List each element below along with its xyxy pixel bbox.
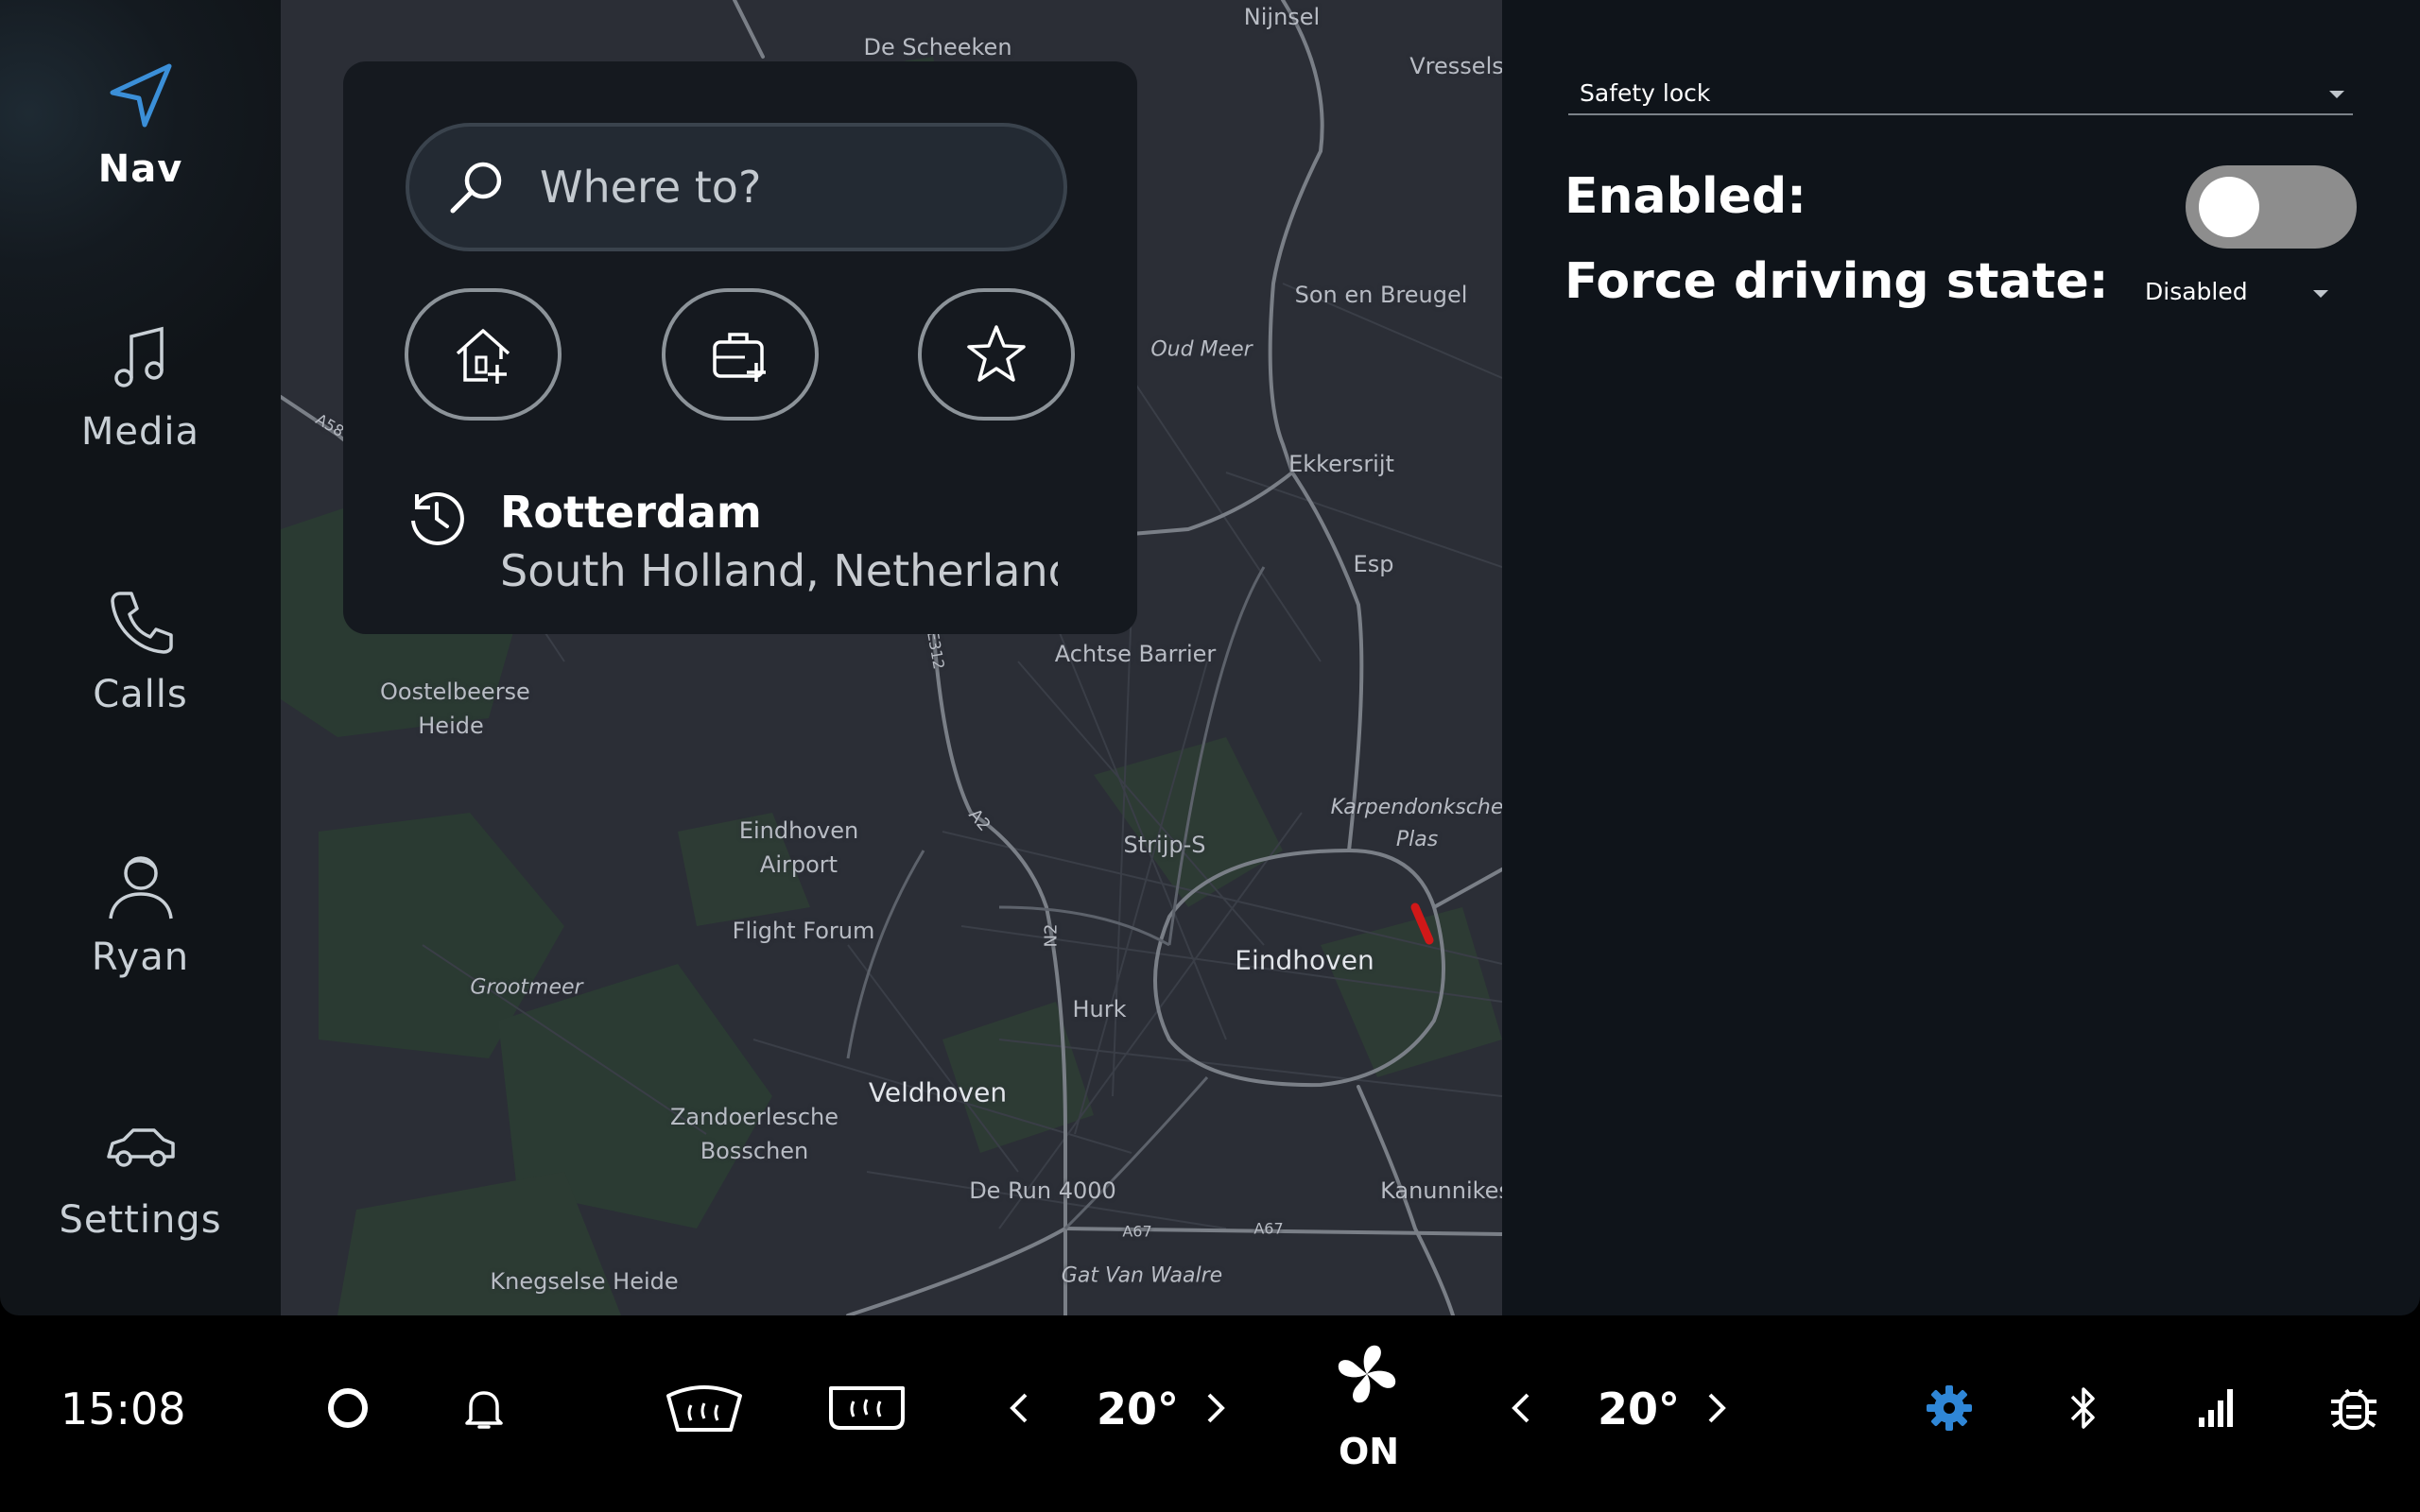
map-label: Eindhoven Airport (738, 817, 859, 878)
sidebar-item-label: Settings (59, 1198, 222, 1242)
bell-icon (465, 1391, 503, 1429)
map-label: Gat Van Waalre (1061, 1263, 1223, 1288)
debug-panel: Safety lock Enabled: Force driving state… (1502, 0, 2420, 1315)
search-input[interactable] (538, 161, 1033, 214)
rear-defrost-button[interactable] (824, 1374, 909, 1440)
left-temp-increase-button[interactable] (1197, 1384, 1235, 1432)
map-label: Strijp-S (1123, 832, 1206, 858)
chevron-down-icon (2329, 91, 2344, 98)
map-label: De Scheeken (863, 34, 1012, 60)
settings-button[interactable] (1921, 1380, 1978, 1436)
car-icon (106, 1128, 175, 1167)
bug-icon (2331, 1388, 2377, 1430)
sidebar-item-nav[interactable]: Nav (0, 59, 281, 266)
map-label: Hurk (1072, 996, 1127, 1022)
chevron-left-icon (1010, 1393, 1028, 1423)
sidebar-item-profile[interactable]: Ryan (0, 847, 281, 1055)
sidebar-item-label: Ryan (91, 936, 190, 979)
feature-selector-value: Safety lock (1580, 79, 1711, 107)
history-clock-icon (411, 491, 464, 545)
map-label: Oostelbeerse Heide (380, 679, 530, 739)
search-field[interactable] (406, 123, 1067, 251)
debug-button[interactable] (2324, 1376, 2384, 1438)
toggle-knob (2199, 177, 2259, 237)
sidebar-item-media[interactable]: Media (0, 321, 281, 529)
user-profile-icon (108, 856, 173, 919)
chevron-down-icon (2313, 290, 2328, 298)
bluetooth-icon (2070, 1387, 2095, 1429)
music-note-icon (113, 326, 164, 387)
map-road-label: A67 (1253, 1219, 1284, 1238)
gear-icon (1927, 1385, 1972, 1431)
map-label: Son en Breugel (1294, 282, 1468, 308)
left-temperature: 20° (1097, 1383, 1180, 1435)
clock: 15:08 (60, 1383, 186, 1435)
add-home-button[interactable] (405, 288, 562, 421)
system-bar: 15:08 20° ON 20° (0, 1315, 2420, 1512)
map-road-label: N2 (1041, 923, 1062, 948)
recent-destination-title: Rotterdam (500, 487, 762, 538)
bluetooth-button[interactable] (2055, 1380, 2112, 1436)
driving-state-dropdown[interactable]: Disabled (2145, 272, 2353, 316)
fan-status: ON (1339, 1431, 1400, 1472)
left-temp-decrease-button[interactable] (1000, 1384, 1038, 1432)
map-road-label: A67 (1122, 1222, 1152, 1241)
chevron-right-icon (1708, 1393, 1726, 1423)
sidebar: Nav Media Calls Ryan Settings (0, 0, 281, 1315)
map-label: De Run 4000 (969, 1177, 1116, 1204)
assistant-circle-icon (328, 1388, 368, 1428)
rear-defrost-icon (829, 1386, 905, 1430)
signal-strength (2189, 1380, 2246, 1436)
assistant-button[interactable] (320, 1380, 376, 1436)
enabled-label: Enabled: (1564, 168, 1806, 225)
map-label: Flight Forum (732, 918, 875, 944)
map-label: Achtse Barrier (1054, 641, 1217, 667)
recent-destination-subtitle: South Holland, Netherlands (500, 545, 1058, 596)
right-temp-increase-button[interactable] (1698, 1384, 1736, 1432)
map-label: Kanunnikes (1380, 1177, 1502, 1204)
map-label: Karpendonksche Plas (1330, 796, 1502, 851)
driving-state-value: Disabled (2145, 278, 2248, 305)
map-label: Vressels (1409, 53, 1502, 79)
recent-destination[interactable]: Rotterdam South Holland, Netherlands (406, 487, 1105, 619)
add-work-icon (713, 333, 766, 382)
sidebar-item-calls[interactable]: Calls (0, 584, 281, 792)
map-label: Veldhoven (868, 1076, 1008, 1108)
feature-selector-dropdown[interactable]: Safety lock (1568, 76, 2353, 115)
force-driving-state-label: Force driving state: (1564, 253, 2109, 310)
right-temperature: 20° (1598, 1383, 1681, 1435)
map-label: Eindhoven (1235, 944, 1374, 976)
sidebar-item-label: Nav (97, 147, 183, 191)
fan-icon (1338, 1345, 1396, 1403)
favorites-button[interactable] (918, 288, 1075, 421)
map-label: Oud Meer (1150, 337, 1253, 362)
favorites-star-icon (967, 325, 1026, 382)
add-home-icon (456, 329, 510, 384)
phone-icon (110, 592, 173, 654)
search-icon (450, 162, 502, 214)
destination-search-card: Rotterdam South Holland, Netherlands (343, 61, 1137, 634)
right-temp-decrease-button[interactable] (1502, 1384, 1540, 1432)
front-defrost-button[interactable] (662, 1374, 747, 1440)
map-label: Grootmeer (470, 975, 583, 1000)
enabled-toggle[interactable] (2186, 165, 2357, 249)
map-label: Knegselse Heide (490, 1268, 679, 1295)
chevron-right-icon (1207, 1393, 1225, 1423)
add-work-button[interactable] (662, 288, 819, 421)
navigation-arrow-icon (110, 63, 171, 128)
signal-bars-icon (2199, 1389, 2233, 1427)
map-label: Ekkersrijt (1288, 451, 1394, 477)
sidebar-item-label: Media (80, 410, 200, 454)
sidebar-item-label: Calls (93, 673, 188, 716)
chevron-left-icon (1512, 1393, 1530, 1423)
map-label: Esp (1353, 551, 1394, 577)
map-label: Nijnsel (1243, 4, 1321, 30)
sidebar-item-settings[interactable]: Settings (0, 1109, 281, 1317)
map-label: Zandoerlesche Bosschen (669, 1104, 839, 1164)
front-defrost-icon (666, 1385, 742, 1432)
fan-button[interactable] (1333, 1338, 1401, 1410)
notifications-button[interactable] (456, 1380, 512, 1436)
